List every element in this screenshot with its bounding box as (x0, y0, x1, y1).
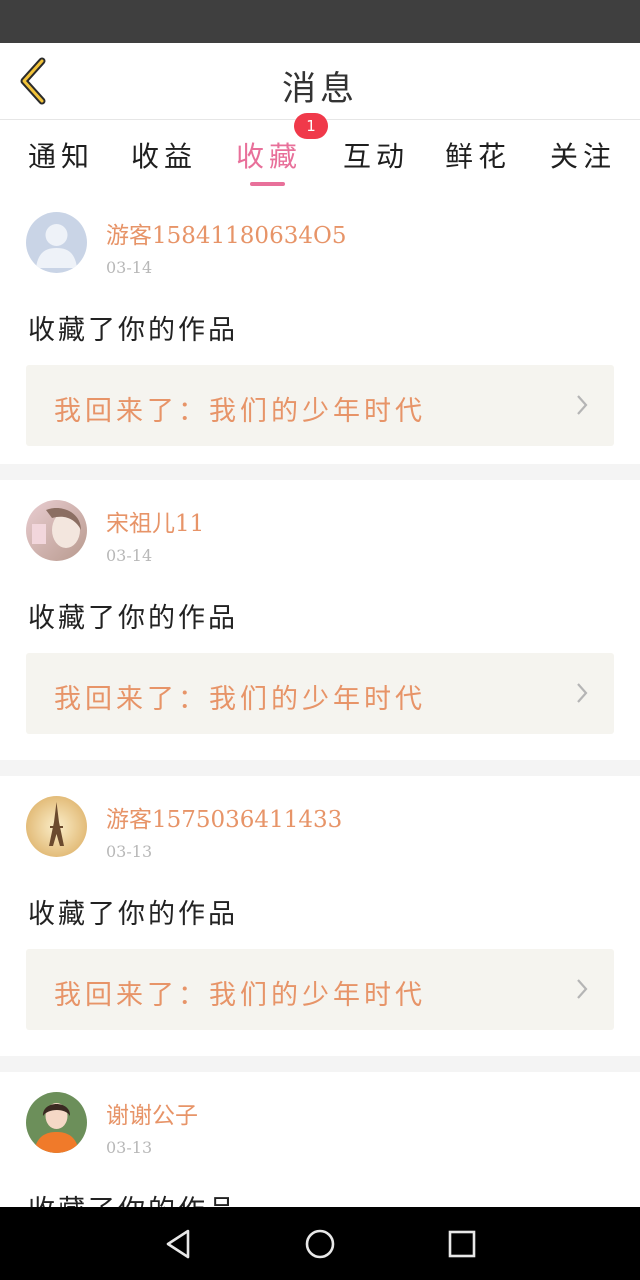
action-text: 收藏了你的作品 (28, 1188, 238, 1207)
tab-earnings[interactable]: 收益 (131, 135, 197, 175)
list-item: 游客1575036411433 03-13 收藏了你的作品 我回来了：我们的少年… (0, 776, 640, 1048)
timestamp: 03-14 (106, 258, 153, 277)
message-list[interactable]: 游客15841180634O5 03-14 收藏了你的作品 我回来了：我们的少年… (0, 192, 640, 1207)
timestamp: 03-14 (106, 546, 153, 565)
work-link[interactable]: 我回来了：我们的少年时代 (26, 365, 614, 446)
tab-interaction[interactable]: 互动 (343, 135, 409, 175)
active-tab-indicator (250, 182, 285, 186)
action-text: 收藏了你的作品 (28, 603, 238, 634)
girl-photo-avatar-icon (26, 1092, 87, 1153)
list-item: 谢谢公子 03-13 收藏了你的作品 (0, 1072, 640, 1207)
timestamp: 03-13 (106, 1138, 153, 1157)
system-navigation-bar (0, 1207, 640, 1280)
tab-notifications[interactable]: 通知 (28, 135, 94, 175)
status-bar (0, 0, 640, 43)
page-title: 消息 (282, 69, 358, 109)
work-title: 我回来了：我们的少年时代 (54, 396, 426, 427)
list-item: 游客15841180634O5 03-14 收藏了你的作品 我回来了：我们的少年… (0, 192, 640, 464)
chevron-right-icon (577, 979, 588, 999)
work-link[interactable]: 我回来了：我们的少年时代 (26, 653, 614, 734)
default-avatar-icon (26, 212, 87, 273)
tab-favorites[interactable]: 收藏 (236, 135, 302, 175)
divider (0, 1056, 640, 1072)
chevron-right-icon (577, 395, 588, 415)
username[interactable]: 游客1575036411433 (106, 800, 342, 834)
avatar[interactable] (26, 1092, 87, 1153)
photo-avatar-icon (26, 500, 87, 561)
username[interactable]: 游客15841180634O5 (106, 216, 346, 250)
eiffel-tower-avatar-icon (26, 796, 87, 857)
action-text: 收藏了你的作品 (28, 315, 238, 346)
unread-badge: 1 (294, 113, 328, 139)
avatar[interactable] (26, 796, 87, 857)
username[interactable]: 谢谢公子 (106, 1096, 198, 1130)
username[interactable]: 宋祖儿11 (106, 504, 204, 538)
chevron-right-icon (577, 683, 588, 703)
tab-follows[interactable]: 关注 (550, 135, 616, 175)
divider (0, 464, 640, 480)
back-triangle-icon[interactable] (162, 1227, 194, 1261)
recents-square-icon[interactable] (447, 1227, 477, 1261)
list-item: 宋祖儿11 03-14 收藏了你的作品 我回来了：我们的少年时代 (0, 480, 640, 752)
avatar[interactable] (26, 500, 87, 561)
timestamp: 03-13 (106, 842, 153, 861)
work-link[interactable]: 我回来了：我们的少年时代 (26, 949, 614, 1030)
divider (0, 760, 640, 776)
work-title: 我回来了：我们的少年时代 (54, 684, 426, 715)
avatar[interactable] (26, 212, 87, 273)
home-circle-icon[interactable] (303, 1227, 337, 1261)
tab-flowers[interactable]: 鲜花 (445, 135, 511, 175)
header: 消息 (0, 43, 640, 120)
work-title: 我回来了：我们的少年时代 (54, 980, 426, 1011)
action-text: 收藏了你的作品 (28, 899, 238, 930)
